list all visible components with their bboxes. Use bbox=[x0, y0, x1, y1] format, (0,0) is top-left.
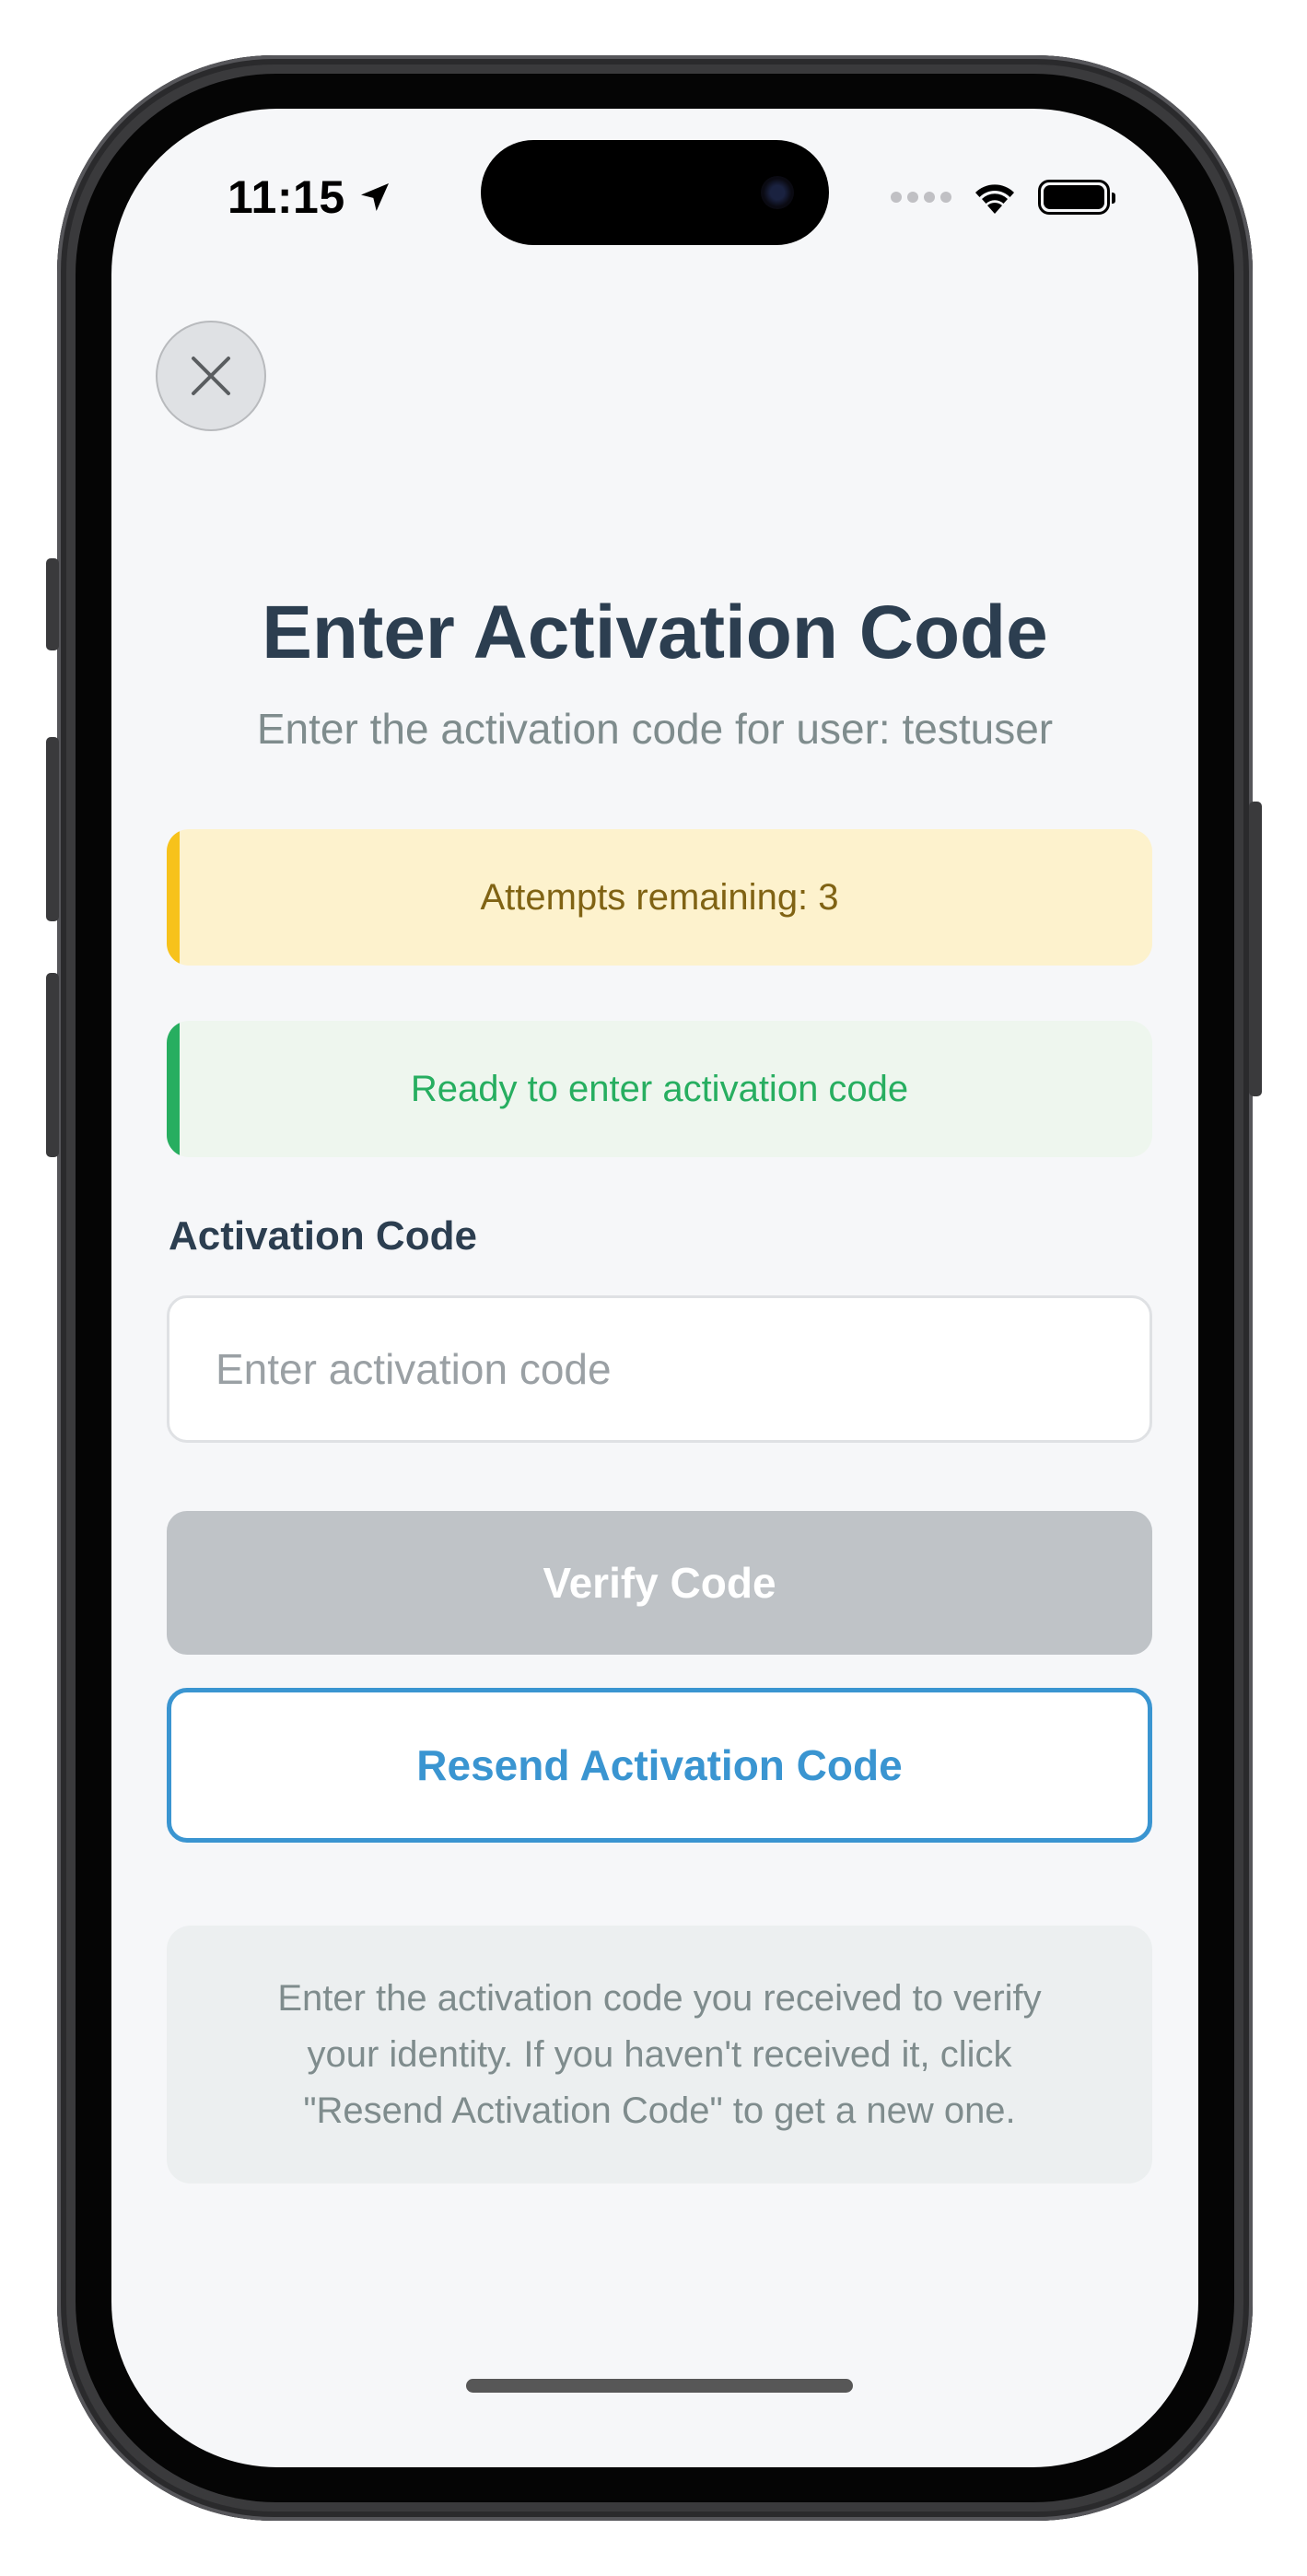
help-info-box: Enter the activation code you received t… bbox=[167, 1926, 1152, 2184]
status-message-text: Ready to enter activation code bbox=[410, 1068, 909, 1109]
app-screen: 11:15 Enter Activation Code Enter the ac… bbox=[111, 109, 1198, 2467]
front-camera bbox=[761, 176, 794, 209]
attempts-remaining-banner: Attempts remaining: 3 bbox=[167, 829, 1152, 966]
page-title: Enter Activation Code bbox=[262, 591, 1048, 674]
page-subtitle: Enter the activation code for user: test… bbox=[256, 705, 1054, 753]
cellular-signal-icon bbox=[891, 192, 951, 203]
activation-code-label: Activation Code bbox=[169, 1213, 477, 1259]
volume-down-button bbox=[46, 973, 59, 1157]
close-icon bbox=[192, 357, 230, 395]
attempts-remaining-text: Attempts remaining: 3 bbox=[480, 876, 839, 918]
dynamic-island bbox=[481, 140, 829, 245]
help-text: Enter the activation code you received t… bbox=[277, 1977, 1042, 2131]
home-indicator[interactable] bbox=[466, 2379, 853, 2393]
wifi-icon bbox=[975, 184, 1014, 214]
volume-up-button bbox=[46, 737, 59, 921]
resend-activation-code-button[interactable]: Resend Activation Code bbox=[167, 1688, 1152, 1843]
battery-level bbox=[1044, 185, 1104, 209]
battery-icon bbox=[1038, 180, 1115, 215]
status-bar-indicators bbox=[891, 168, 1115, 227]
location-arrow-icon bbox=[360, 183, 389, 211]
status-time: 11:15 bbox=[228, 171, 345, 223]
verify-code-button[interactable]: Verify Code bbox=[167, 1511, 1152, 1655]
close-button[interactable] bbox=[156, 321, 266, 431]
action-button bbox=[46, 558, 59, 650]
power-button bbox=[1249, 802, 1262, 1096]
activation-code-input[interactable] bbox=[167, 1295, 1152, 1443]
status-bar-time-group: 11:15 bbox=[228, 160, 393, 234]
status-message-banner: Ready to enter activation code bbox=[167, 1021, 1152, 1157]
